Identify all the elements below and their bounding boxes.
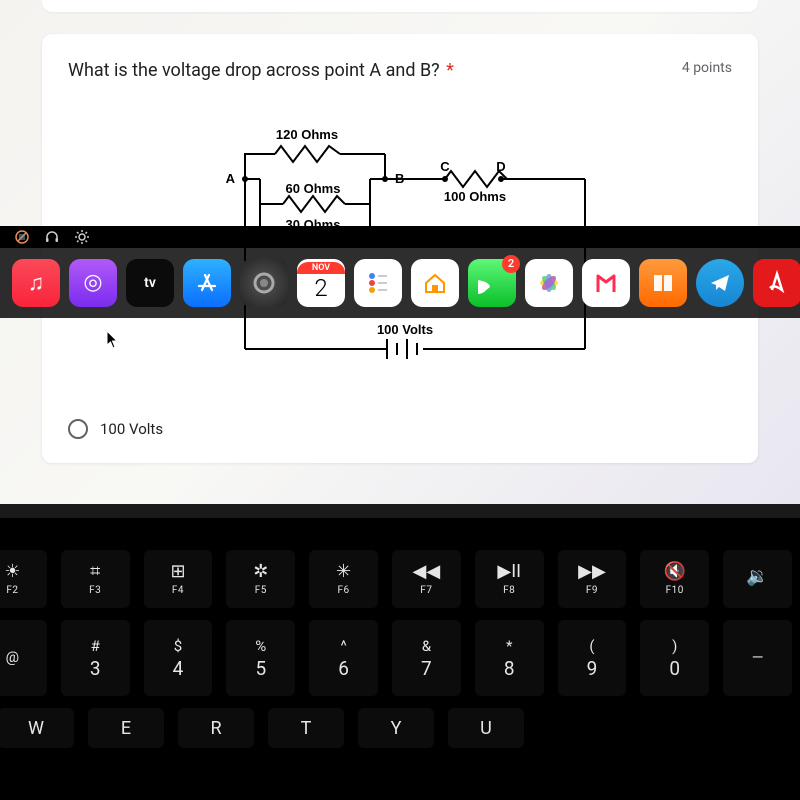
key-u[interactable]: U bbox=[448, 708, 524, 748]
key-f11[interactable]: 🔉 bbox=[723, 550, 792, 608]
key-e[interactable]: E bbox=[88, 708, 164, 748]
question-header: What is the voltage drop across point A … bbox=[68, 60, 732, 81]
question-prompt: What is the voltage drop across point A … bbox=[68, 60, 440, 81]
key-4[interactable]: $4 bbox=[144, 620, 213, 696]
dock-appletv-icon[interactable]: tv bbox=[126, 259, 174, 307]
dock-books-icon[interactable] bbox=[639, 259, 687, 307]
keyboard: ☀F2 ⌗F3 ⊞F4 ✲F5 ✳F6 ◀◀F7 ▶IIF8 ▶▶F9 🔇F10… bbox=[0, 550, 800, 800]
key-w[interactable]: W bbox=[0, 708, 74, 748]
plugin-blocked-icon bbox=[14, 229, 30, 245]
resistor-60-label: 60 Ohms bbox=[286, 181, 341, 196]
key-r[interactable]: R bbox=[178, 708, 254, 748]
key-f8[interactable]: ▶IIF8 bbox=[475, 550, 544, 608]
menubar bbox=[0, 226, 800, 248]
dock-settings-icon[interactable] bbox=[240, 259, 288, 307]
calendar-month: NOV bbox=[297, 262, 345, 274]
dock-news-icon[interactable] bbox=[582, 259, 630, 307]
calendar-day: 2 bbox=[314, 274, 327, 303]
key-t[interactable]: T bbox=[268, 708, 344, 748]
key-9[interactable]: (9 bbox=[558, 620, 627, 696]
macos-dock: ♫ ◎ tv NOV 2 2 bbox=[0, 248, 800, 318]
key-2[interactable]: @ bbox=[0, 620, 47, 696]
dock-appstore-icon[interactable] bbox=[183, 259, 231, 307]
key-f3[interactable]: ⌗F3 bbox=[61, 550, 130, 608]
function-key-row: ☀F2 ⌗F3 ⊞F4 ✲F5 ✳F6 ◀◀F7 ▶IIF8 ▶▶F9 🔇F10… bbox=[0, 550, 792, 608]
previous-card-edge bbox=[42, 0, 758, 12]
letter-key-row: W E R T Y U bbox=[0, 708, 792, 748]
key-f6[interactable]: ✳F6 bbox=[309, 550, 378, 608]
messages-badge: 2 bbox=[502, 255, 520, 273]
required-asterisk: * bbox=[446, 60, 454, 81]
number-key-row: @ #3 $4 %5 ^6 &7 *8 (9 )0 — bbox=[0, 620, 792, 696]
key-5[interactable]: %5 bbox=[226, 620, 295, 696]
dock-photos-icon[interactable] bbox=[525, 259, 573, 307]
source-label: 100 Volts bbox=[377, 322, 433, 337]
dock-music-icon[interactable]: ♫ bbox=[12, 259, 60, 307]
dock-home-icon[interactable] bbox=[411, 259, 459, 307]
key-3[interactable]: #3 bbox=[61, 620, 130, 696]
dock-podcasts-icon[interactable]: ◎ bbox=[69, 259, 117, 307]
resistor-100-label: 100 Ohms bbox=[444, 189, 506, 204]
node-a-label: A bbox=[226, 171, 236, 186]
answer-option[interactable]: 100 Volts bbox=[68, 415, 732, 443]
key-f9[interactable]: ▶▶F9 bbox=[558, 550, 627, 608]
dock-messages-icon[interactable]: 2 bbox=[468, 259, 516, 307]
radio-unchecked-icon[interactable] bbox=[68, 419, 88, 439]
dock-telegram-icon[interactable] bbox=[696, 259, 744, 307]
key-0[interactable]: )0 bbox=[640, 620, 709, 696]
option-label: 100 Volts bbox=[100, 420, 163, 438]
key-y[interactable]: Y bbox=[358, 708, 434, 748]
key-f2[interactable]: ☀F2 bbox=[0, 550, 47, 608]
points-label: 4 points bbox=[682, 60, 732, 76]
key-6[interactable]: ^6 bbox=[309, 620, 378, 696]
question-text: What is the voltage drop across point A … bbox=[68, 60, 454, 81]
key-dash[interactable]: — bbox=[723, 620, 792, 696]
node-b-label: B bbox=[395, 171, 404, 186]
key-f4[interactable]: ⊞F4 bbox=[144, 550, 213, 608]
dock-acrobat-icon[interactable] bbox=[753, 259, 800, 307]
key-7[interactable]: &7 bbox=[392, 620, 461, 696]
key-f7[interactable]: ◀◀F7 bbox=[392, 550, 461, 608]
laptop-body: ☀F2 ⌗F3 ⊞F4 ✲F5 ✳F6 ◀◀F7 ▶IIF8 ▶▶F9 🔇F10… bbox=[0, 504, 800, 800]
resistor-120-label: 120 Ohms bbox=[276, 127, 338, 142]
gear-icon bbox=[74, 229, 90, 245]
key-8[interactable]: *8 bbox=[475, 620, 544, 696]
node-d-label: D bbox=[496, 159, 505, 174]
dock-reminders-icon[interactable] bbox=[354, 259, 402, 307]
node-c-label: C bbox=[440, 159, 450, 174]
dock-calendar-icon[interactable]: NOV 2 bbox=[297, 259, 345, 307]
mouse-cursor-icon bbox=[106, 330, 120, 350]
key-f5[interactable]: ✲F5 bbox=[226, 550, 295, 608]
key-f10[interactable]: 🔇F10 bbox=[640, 550, 709, 608]
monitor-screen: What is the voltage drop across point A … bbox=[0, 0, 800, 504]
headphones-icon bbox=[44, 229, 60, 245]
